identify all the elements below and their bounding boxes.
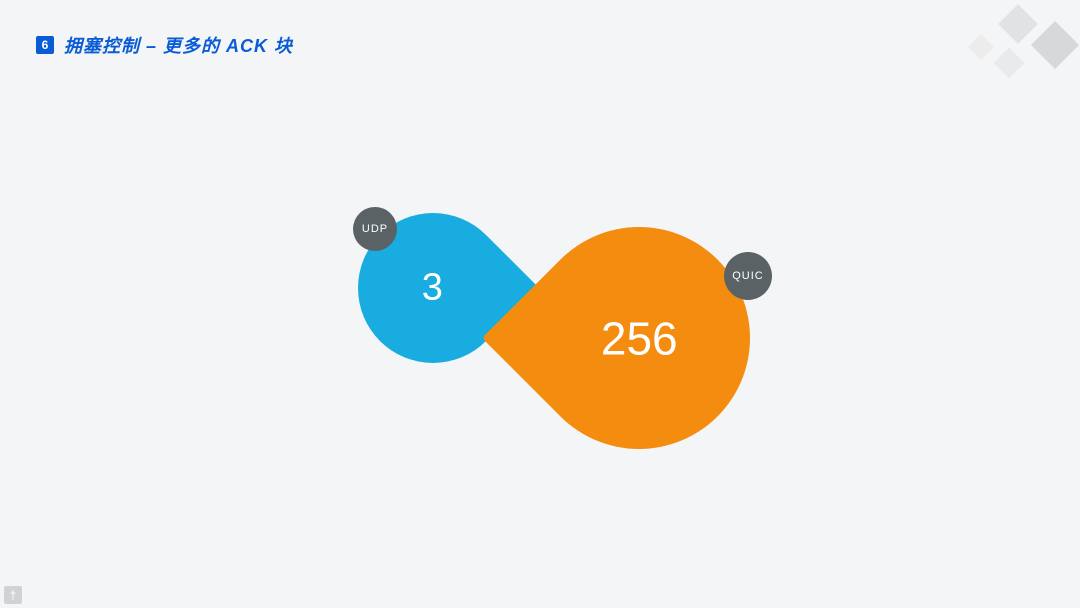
footer-glyph-icon: †	[4, 586, 22, 604]
quic-drop: 256	[482, 181, 796, 495]
comparison-figure: 3 256 UDP QUIC	[0, 0, 1080, 608]
quic-label-pill: QUIC	[724, 252, 772, 300]
udp-label-pill: UDP	[353, 207, 397, 251]
quic-label: QUIC	[732, 270, 764, 282]
quic-value: 256	[601, 311, 678, 365]
udp-value: 3	[422, 266, 443, 309]
udp-label: UDP	[362, 223, 388, 235]
